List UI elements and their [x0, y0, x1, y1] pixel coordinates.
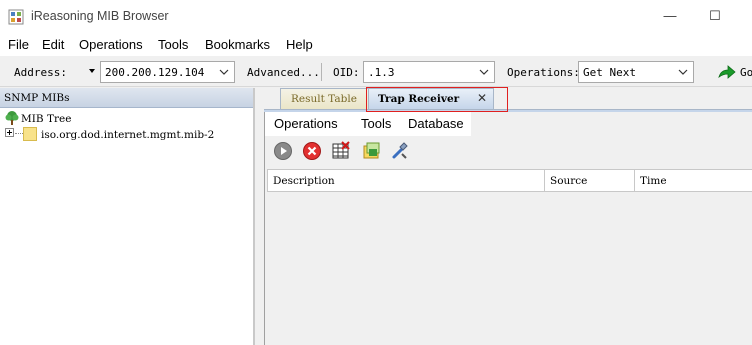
- oid-value: .1.3: [368, 66, 395, 79]
- trap-receiver-menubar: Operations Tools Database: [265, 112, 471, 136]
- address-history-icon[interactable]: [89, 69, 95, 73]
- tools-icon[interactable]: [390, 141, 410, 161]
- menu-help[interactable]: Help: [286, 37, 313, 52]
- mib-panel-title: SNMP MIBs: [4, 92, 70, 104]
- oid-combo[interactable]: .1.3: [363, 61, 495, 83]
- tree-icon: [5, 111, 19, 125]
- operations-label: Operations:: [507, 66, 580, 79]
- trap-menu-operations[interactable]: Operations: [274, 116, 338, 131]
- trap-menu-database[interactable]: Database: [408, 116, 464, 131]
- operations-combo[interactable]: Get Next: [578, 61, 694, 83]
- toolbar-separator: [321, 63, 322, 81]
- chevron-down-icon: [678, 69, 688, 75]
- folder-icon: [23, 127, 37, 141]
- column-description[interactable]: Description: [268, 170, 544, 191]
- tree-connector: [15, 133, 23, 134]
- column-source[interactable]: Source: [545, 170, 635, 191]
- go-button[interactable]: Go: [740, 66, 752, 79]
- oid-label: OID:: [333, 66, 360, 79]
- menu-edit[interactable]: Edit: [42, 37, 64, 52]
- toolbar: Address: 200.200.129.104 Advanced... OID…: [0, 58, 752, 87]
- title-bar: iReasoning MIB Browser — ☐: [0, 0, 752, 33]
- chevron-down-icon: [479, 69, 489, 75]
- maximize-button[interactable]: ☐: [700, 4, 730, 28]
- trap-receiver-content: Operations Tools Database Description So…: [264, 112, 752, 345]
- expand-icon[interactable]: [5, 128, 14, 137]
- column-source-label: Source: [550, 175, 588, 187]
- tree-root-mib-tree[interactable]: MIB Tree: [21, 113, 71, 125]
- highlight-box: [366, 87, 508, 112]
- column-time[interactable]: Time: [635, 170, 752, 191]
- trap-table-body[interactable]: [267, 192, 752, 345]
- tab-result-table-label: Result Table: [291, 93, 357, 105]
- right-panel: Result Table Trap Receiver ✕ Operations …: [258, 88, 752, 345]
- address-combo[interactable]: 200.200.129.104: [100, 61, 235, 83]
- trap-table-header: Description Source Time: [267, 169, 752, 192]
- start-icon[interactable]: [273, 141, 293, 161]
- clear-table-icon[interactable]: [331, 141, 351, 161]
- mib-tree-panel: SNMP MIBs MIB Tree iso.org.dod.internet.…: [0, 88, 255, 345]
- minimize-button[interactable]: —: [655, 4, 685, 28]
- window-title: iReasoning MIB Browser: [31, 9, 169, 23]
- go-arrow-icon[interactable]: [717, 64, 737, 80]
- menu-bookmarks[interactable]: Bookmarks: [205, 37, 270, 52]
- trap-settings-icon[interactable]: [361, 141, 381, 161]
- advanced-button[interactable]: Advanced...: [247, 66, 320, 79]
- menu-bar: File Edit Operations Tools Bookmarks Hel…: [0, 33, 752, 56]
- column-description-label: Description: [273, 175, 335, 187]
- trap-menu-tools[interactable]: Tools: [361, 116, 391, 131]
- menu-file[interactable]: File: [8, 37, 29, 52]
- tree-node-mib-2[interactable]: iso.org.dod.internet.mgmt.mib-2: [41, 129, 214, 141]
- menu-operations[interactable]: Operations: [79, 37, 143, 52]
- column-time-label: Time: [640, 175, 667, 187]
- operations-value: Get Next: [583, 66, 636, 79]
- address-value: 200.200.129.104: [105, 66, 205, 79]
- chevron-down-icon: [219, 69, 229, 75]
- address-label: Address:: [14, 66, 67, 79]
- stop-icon[interactable]: [302, 141, 322, 161]
- mib-panel-header: SNMP MIBs: [0, 88, 253, 108]
- app-icon: [8, 9, 24, 25]
- menu-tools[interactable]: Tools: [158, 37, 188, 52]
